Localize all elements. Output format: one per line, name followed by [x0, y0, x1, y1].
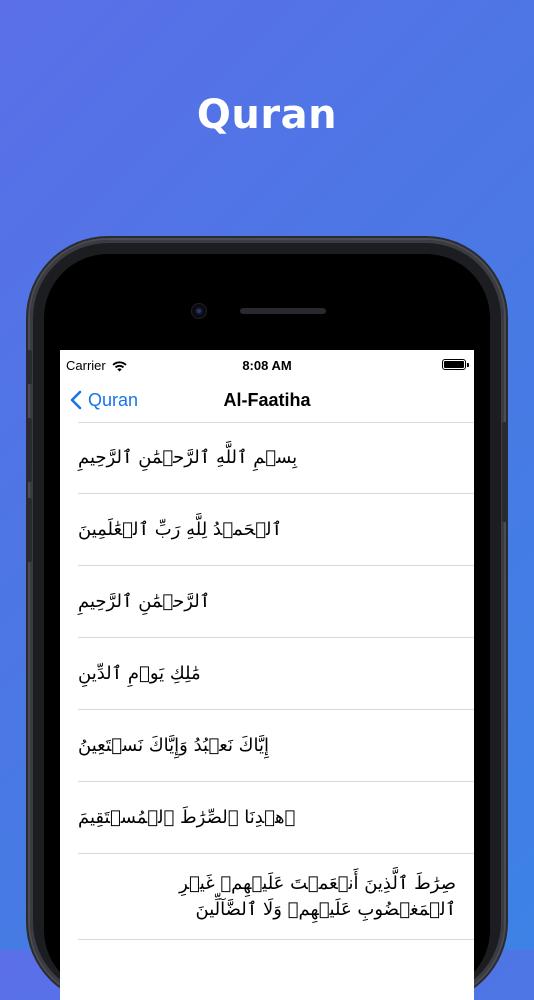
page-title: Al-Faatiha [223, 390, 311, 410]
list-item[interactable]: ٱلرَّحۡمَٰنِ ٱلرَّحِيمِ [78, 566, 474, 638]
verse-text: إِيَّاكَ نَعۡبُدُ وَإِيَّاكَ نَسۡتَعِينُ [78, 734, 270, 756]
verse-text: صِرَٰطَ ٱلَّذِينَ أَنۡعَمۡتَ عَلَيۡهِمۡ … [179, 872, 456, 920]
phone-frame: Carrier 8:08 AM Quran Al-Faatiha بِسۡمِ … [26, 240, 508, 1000]
list-item[interactable]: صِرَٰطَ ٱلَّذِينَ أَنۡعَمۡتَ عَلَيۡهِمۡ … [78, 854, 474, 940]
verse-text: مَٰلِكِ يَوۡمِ ٱلدِّينِ [78, 662, 201, 684]
power-button [502, 422, 508, 522]
status-time: 8:08 AM [242, 358, 292, 373]
earpiece-speaker [240, 308, 326, 314]
list-item[interactable]: إِيَّاكَ نَعۡبُدُ وَإِيَّاكَ نَسۡتَعِينُ [78, 710, 474, 782]
list-item[interactable]: بِسۡمِ ٱللَّهِ ٱلرَّحۡمَٰنِ ٱلرَّحِيمِ [78, 422, 474, 494]
verse-text: ٱهۡدِنَا ٱلصِّرَٰطَ ٱلۡمُسۡتَقِيمَ [78, 806, 296, 828]
list-item[interactable]: ٱهۡدِنَا ٱلصِّرَٰطَ ٱلۡمُسۡتَقِيمَ [78, 782, 474, 854]
navigation-bar: Quran Al-Faatiha [60, 378, 474, 422]
promo-title: Quran [196, 92, 338, 138]
verse-text: ٱلرَّحۡمَٰنِ ٱلرَّحِيمِ [78, 590, 211, 612]
front-camera-icon [192, 304, 206, 318]
volume-up-button [26, 418, 32, 482]
battery-icon [442, 359, 469, 370]
phone-bezel: Carrier 8:08 AM Quran Al-Faatiha بِسۡمِ … [44, 254, 490, 1000]
verse-list: بِسۡمِ ٱللَّهِ ٱلرَّحۡمَٰنِ ٱلرَّحِيمِ ٱ… [60, 422, 474, 940]
list-item[interactable]: ٱلۡحَمۡدُ لِلَّهِ رَبِّ ٱلۡعَٰلَمِينَ [78, 494, 474, 566]
list-item[interactable]: مَٰلِكِ يَوۡمِ ٱلدِّينِ [78, 638, 474, 710]
phone-screen: Carrier 8:08 AM Quran Al-Faatiha بِسۡمِ … [60, 350, 474, 1000]
mute-switch [26, 350, 32, 384]
volume-down-button [26, 498, 32, 562]
verse-text: بِسۡمِ ٱللَّهِ ٱلرَّحۡمَٰنِ ٱلرَّحِيمِ [78, 447, 298, 468]
status-bar: Carrier 8:08 AM [60, 350, 474, 378]
verse-text: ٱلۡحَمۡدُ لِلَّهِ رَبِّ ٱلۡعَٰلَمِينَ [78, 518, 283, 540]
